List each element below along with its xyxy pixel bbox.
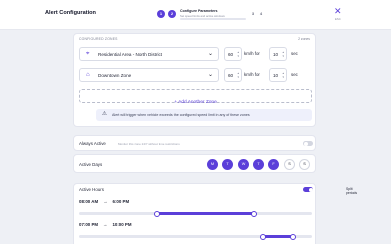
zone-select[interactable]: ⌂ Downtown Zone ⌄ — [79, 68, 219, 82]
speed-limit-input[interactable]: 60 ▴ ▾ — [224, 68, 242, 82]
range-end: 10:00 PM — [112, 222, 132, 227]
duration-input[interactable]: 10 ▴ ▾ — [269, 47, 287, 61]
speed-limit-value: 60 — [228, 73, 234, 78]
duration-unit-label: sec — [291, 72, 298, 77]
zone-select[interactable]: ⌖ Residential Area - North District ⌄ — [79, 47, 219, 61]
toggle-knob — [303, 141, 308, 146]
active-days-card: Active Days M T W T F S S — [73, 154, 316, 173]
zones-section-label: CONFIGURED ZONES — [79, 37, 118, 41]
day-wednesday[interactable]: W — [238, 159, 249, 170]
range-start: 08:00 AM — [79, 199, 99, 204]
close-icon[interactable]: ✕ — [334, 7, 342, 16]
time-range-2[interactable]: 07:00 PM → 10:00 PM — [79, 222, 131, 227]
step-1[interactable]: 1 — [157, 10, 165, 18]
zone-row: ⌖ Residential Area - North District ⌄ 60… — [79, 47, 312, 61]
duration-value: 10 — [273, 52, 279, 57]
current-step-title: Configure Parameters — [180, 9, 218, 13]
day-tuesday[interactable]: T — [222, 159, 233, 170]
stepper-icon[interactable]: ▴ ▾ — [237, 50, 239, 58]
step-progress-bar — [180, 18, 246, 20]
split-periods-toggle[interactable] — [303, 187, 313, 192]
day-thursday[interactable]: T — [253, 159, 264, 170]
step-3[interactable]: 3 — [249, 10, 257, 18]
speed-limit-value: 60 — [228, 52, 234, 57]
stepper-icon[interactable]: ▴ ▾ — [282, 71, 284, 79]
duration-value: 10 — [273, 73, 279, 78]
speed-unit-label: km/h for — [244, 51, 260, 56]
slider-end-handle[interactable] — [289, 233, 296, 240]
active-days-label: Active Days — [79, 162, 103, 167]
split-periods-label: Split periods — [346, 187, 358, 195]
duration-unit-label: sec — [291, 51, 298, 56]
day-saturday[interactable]: S — [284, 159, 295, 170]
stepper-icon[interactable]: ▴ ▾ — [237, 71, 239, 79]
zone-row: ⌂ Downtown Zone ⌄ 60 ▴ ▾ km/h for 10 ▴ ▾ s… — [79, 68, 312, 82]
toggle-knob — [308, 187, 313, 192]
header-bar: Alert Configuration 1 2 Configure Parame… — [0, 0, 391, 30]
active-hours-card: Active Hours Split periods 08:00 AM → 6:00… — [73, 183, 357, 244]
stepper-icon[interactable]: ▴ ▾ — [282, 50, 284, 58]
page-title: Alert Configuration — [45, 10, 96, 16]
day-monday[interactable]: M — [207, 159, 218, 170]
time-range-1[interactable]: 08:00 AM → 6:00 PM — [79, 199, 129, 204]
zone-name: Downtown Zone — [98, 73, 132, 78]
info-banner: ⚠ Alert will trigger when vehicle exceed… — [96, 109, 312, 121]
home-icon: ⌂ — [86, 72, 90, 78]
chevron-down-icon: ⌄ — [207, 51, 213, 57]
slider-fill — [156, 212, 254, 215]
slider-start-handle[interactable] — [153, 210, 160, 217]
day-friday[interactable]: F — [268, 159, 279, 170]
slider-fill — [263, 235, 293, 238]
active-hours-label: Active Hours — [79, 187, 104, 192]
slider-start-handle[interactable] — [260, 233, 267, 240]
arrow-right-icon: → — [103, 199, 108, 204]
add-zone-label: + Add Another Zone — [174, 100, 217, 105]
slider-end-handle[interactable] — [250, 210, 257, 217]
chevron-down-icon: ⌄ — [207, 72, 213, 78]
warning-icon: ⚠ — [102, 111, 107, 117]
time-slider-2[interactable] — [79, 233, 312, 240]
pin-icon: ⌖ — [86, 51, 90, 57]
step-2[interactable]: 2 — [168, 10, 176, 18]
step-4[interactable]: 4 — [257, 10, 265, 18]
info-text: Alert will trigger when vehicle exceeds … — [112, 113, 250, 117]
always-active-label: Always Active — [79, 141, 106, 146]
zones-count: 2 zones — [298, 37, 310, 41]
range-start: 07:00 PM — [79, 222, 99, 227]
add-zone-button[interactable]: + Add Another Zone — [79, 89, 312, 105]
always-active-card: Always Active Monitor this zone 24/7 wit… — [73, 135, 316, 151]
duration-input[interactable]: 10 ▴ ▾ — [269, 68, 287, 82]
range-end: 6:00 PM — [112, 199, 130, 204]
time-slider-1[interactable] — [79, 210, 312, 217]
zones-card: CONFIGURED ZONES 2 zones ⌖ Residential A… — [73, 33, 316, 127]
speed-limit-input[interactable]: 60 ▴ ▾ — [224, 47, 242, 61]
arrow-right-icon: → — [103, 222, 108, 227]
zone-name: Residential Area - North District — [98, 52, 163, 57]
esc-hint: ESC — [335, 17, 341, 21]
speed-unit-label: km/h for — [244, 72, 260, 77]
day-sunday[interactable]: S — [299, 159, 310, 170]
always-active-note: Monitor this zone 24/7 without time rest… — [118, 142, 180, 146]
always-active-toggle[interactable] — [303, 141, 313, 146]
